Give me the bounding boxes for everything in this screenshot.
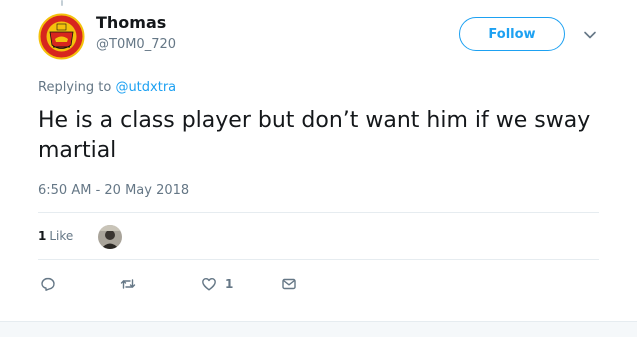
tweet-timestamp[interactable]: 6:50 AM - 20 May 2018 <box>38 183 189 199</box>
tweet-text: He is a class player but don’t want him … <box>38 108 591 163</box>
retweet-button[interactable] <box>120 275 136 293</box>
liker-avatar[interactable] <box>98 225 122 249</box>
avatar[interactable] <box>37 12 86 61</box>
liker-photo-icon <box>98 225 122 249</box>
heart-icon <box>202 278 216 291</box>
author-handle[interactable]: @T0M0_720 <box>96 37 176 53</box>
like-action-count: 1 <box>225 277 234 291</box>
like-button[interactable]: 1 <box>201 275 233 293</box>
divider <box>38 259 599 260</box>
manchester-united-crest-icon <box>37 12 86 61</box>
reply-icon <box>41 277 55 291</box>
chevron-down-icon[interactable] <box>583 28 597 42</box>
retweet-icon <box>120 279 136 289</box>
like-stats[interactable]: 1 Like <box>38 229 73 243</box>
replying-to-link[interactable]: @utdxtra <box>115 80 176 95</box>
footer-band <box>0 321 637 337</box>
replying-to-line: Replying to @utdxtra <box>38 80 176 96</box>
author-display-name[interactable]: Thomas <box>96 13 166 33</box>
like-stats-count: 1 <box>38 229 47 243</box>
like-stats-label: Like <box>49 229 74 243</box>
follow-button[interactable]: Follow <box>459 17 565 51</box>
reply-button[interactable] <box>40 275 56 293</box>
thread-connector-line <box>61 0 63 6</box>
direct-message-button[interactable] <box>281 275 297 293</box>
divider <box>38 212 599 213</box>
replying-to-prefix: Replying to <box>38 80 116 95</box>
envelope-icon <box>282 278 296 290</box>
